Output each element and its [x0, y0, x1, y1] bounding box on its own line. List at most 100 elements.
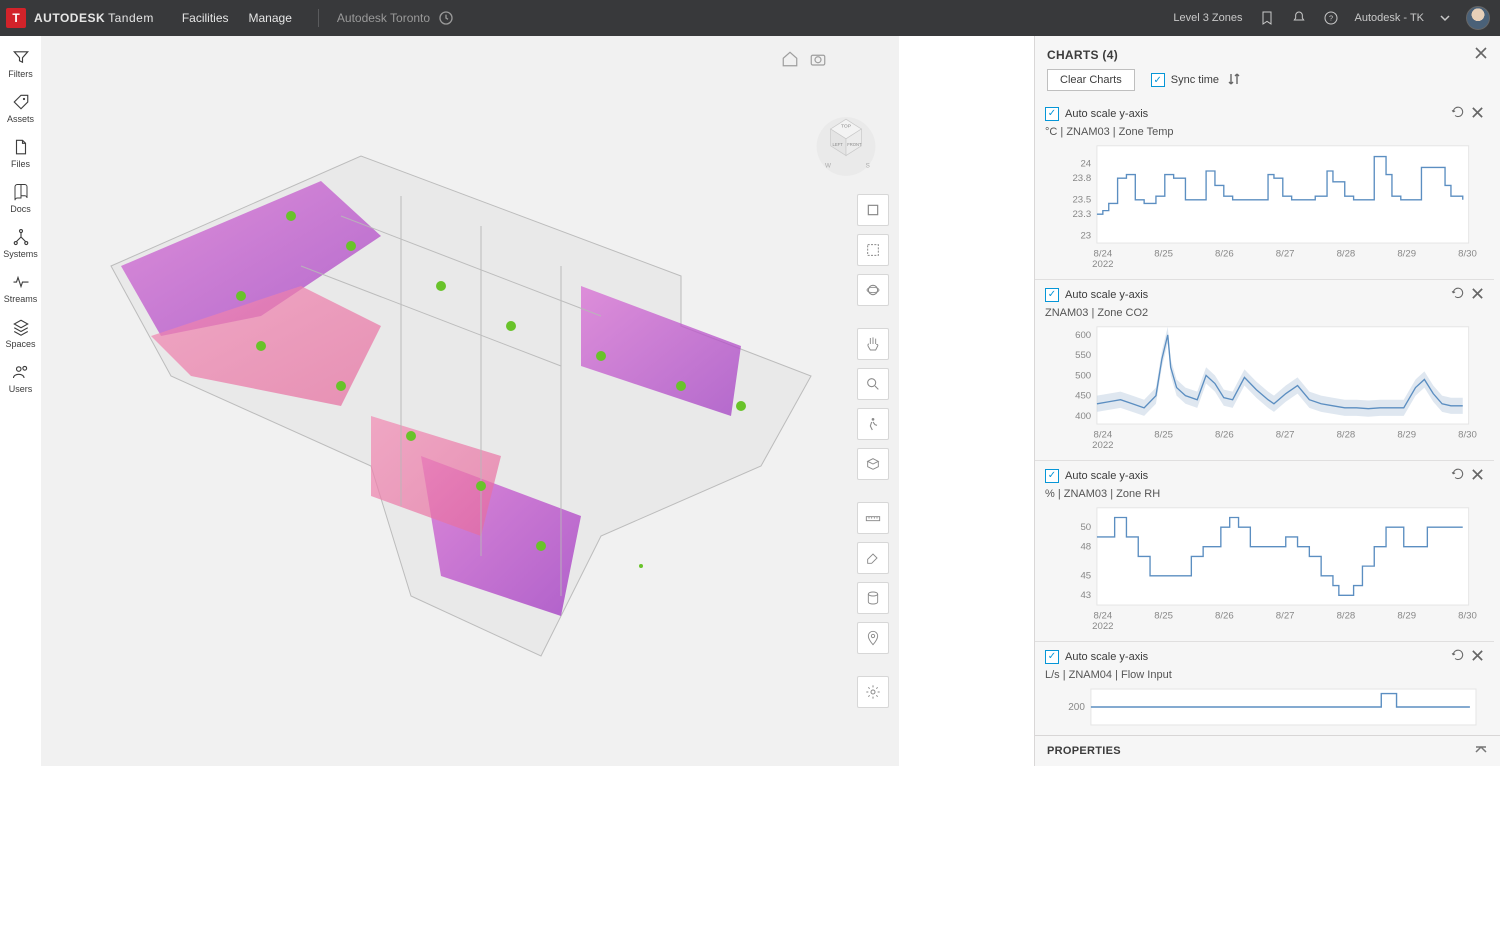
- svg-text:600: 600: [1075, 330, 1091, 341]
- charts-title: CHARTS (4): [1047, 48, 1118, 62]
- avatar[interactable]: [1466, 6, 1490, 30]
- viewcube[interactable]: TOP FRONT LEFT W S: [811, 96, 881, 176]
- app-header: T AUTODESKTandem Facilities Manage Autod…: [0, 0, 1500, 36]
- tool-pan[interactable]: [857, 328, 889, 360]
- tool-measure[interactable]: [857, 502, 889, 534]
- autoscale-label: Auto scale y-axis: [1065, 108, 1148, 120]
- svg-text:2022: 2022: [1092, 440, 1113, 451]
- close-icon[interactable]: [1471, 468, 1484, 484]
- nav-facilities[interactable]: Facilities: [182, 11, 229, 25]
- sidebar-item-files[interactable]: Files: [0, 132, 41, 177]
- sidebar-item-systems[interactable]: Systems: [0, 222, 41, 267]
- svg-text:2022: 2022: [1092, 621, 1113, 632]
- close-icon[interactable]: [1471, 287, 1484, 303]
- reset-icon[interactable]: [1451, 105, 1465, 122]
- charts-panel-header: CHARTS (4): [1035, 36, 1500, 69]
- tool-location[interactable]: [857, 622, 889, 654]
- svg-text:8/24: 8/24: [1093, 430, 1112, 441]
- tool-appearance[interactable]: [857, 542, 889, 574]
- bookmark-icon[interactable]: [1259, 10, 1275, 26]
- svg-text:8/26: 8/26: [1215, 430, 1234, 441]
- chart-card: ✓Auto scale y-axis°C | ZNAM03 | Zone Tem…: [1035, 99, 1494, 280]
- chart-plot[interactable]: 4004505005506008/2420228/258/268/278/288…: [1045, 321, 1484, 451]
- sidebar-item-label: Systems: [3, 249, 38, 259]
- svg-text:23: 23: [1080, 231, 1091, 242]
- facility-selector[interactable]: Autodesk Toronto: [337, 10, 454, 26]
- tool-orbit[interactable]: [857, 274, 889, 306]
- charts-panel: CHARTS (4) Clear Charts ✓ Sync time ✓ Aut…: [1034, 36, 1500, 766]
- pulse-icon: [12, 273, 30, 291]
- autoscale-toggle[interactable]: ✓Auto scale y-axis: [1045, 288, 1148, 302]
- autoscale-label: Auto scale y-axis: [1065, 470, 1148, 482]
- sidebar-item-filters[interactable]: Filters: [0, 42, 41, 87]
- checkbox-checked-icon: ✓: [1045, 469, 1059, 483]
- svg-text:8/27: 8/27: [1276, 611, 1295, 622]
- autoscale-toggle[interactable]: ✓ Auto scale y-axis: [1045, 469, 1148, 483]
- reset-icon[interactable]: [1451, 648, 1465, 665]
- reset-icon[interactable]: [1451, 286, 1465, 303]
- svg-text:8/25: 8/25: [1154, 249, 1173, 260]
- clear-charts-button[interactable]: Clear Charts: [1047, 69, 1135, 91]
- sidebar-item-label: Users: [9, 384, 33, 394]
- svg-text:8/29: 8/29: [1397, 249, 1416, 260]
- autoscale-toggle[interactable]: ✓ Auto scale y-axis: [1045, 107, 1148, 121]
- chevron-down-icon[interactable]: [1440, 13, 1450, 23]
- tag-icon: [12, 93, 30, 111]
- sidebar-item-docs[interactable]: Docs: [0, 177, 41, 222]
- users-icon: [12, 363, 30, 381]
- nav-manage[interactable]: Manage: [249, 11, 292, 25]
- svg-text:8/30: 8/30: [1458, 249, 1477, 260]
- properties-panel-header[interactable]: PROPERTIES: [1035, 735, 1500, 766]
- account-name[interactable]: Autodesk - TK: [1355, 12, 1425, 24]
- reset-icon[interactable]: [1451, 467, 1465, 484]
- sidebar-item-label: Docs: [10, 204, 31, 214]
- svg-text:48: 48: [1080, 542, 1091, 553]
- svg-text:W: W: [825, 163, 831, 170]
- checkbox-checked-icon: ✓: [1045, 107, 1059, 121]
- tool-levels[interactable]: [857, 582, 889, 614]
- chart-card: ✓Auto scale y-axis% | ZNAM03 | Zone RH43…: [1035, 461, 1494, 642]
- properties-title: PROPERTIES: [1047, 745, 1121, 757]
- svg-text:400: 400: [1075, 411, 1091, 422]
- chart-plot[interactable]: 200: [1045, 683, 1484, 733]
- svg-text:500: 500: [1075, 370, 1091, 381]
- breadcrumb-view[interactable]: Level 3 Zones: [1173, 12, 1242, 24]
- checkbox-checked-icon: ✓: [1045, 650, 1059, 664]
- svg-text:8/24: 8/24: [1093, 611, 1112, 622]
- close-icon[interactable]: [1474, 46, 1488, 63]
- tool-select-window[interactable]: [857, 234, 889, 266]
- sidebar-item-users[interactable]: Users: [0, 357, 41, 402]
- help-icon[interactable]: ?: [1323, 10, 1339, 26]
- svg-text:2022: 2022: [1092, 259, 1113, 270]
- autoscale-label: Auto scale y-axis: [1065, 651, 1148, 663]
- book-icon: [12, 183, 30, 201]
- camera-icon[interactable]: [809, 50, 827, 68]
- tool-section[interactable]: [857, 448, 889, 480]
- expand-up-icon[interactable]: [1474, 743, 1488, 760]
- home-icon[interactable]: [781, 50, 799, 68]
- svg-text:8/27: 8/27: [1276, 249, 1295, 260]
- sidebar-item-spaces[interactable]: Spaces: [0, 312, 41, 357]
- checkbox-checked-icon: ✓: [1045, 288, 1059, 302]
- charts-scroll-area[interactable]: ✓Auto scale y-axis°C | ZNAM03 | Zone Tem…: [1035, 99, 1500, 735]
- tool-zoom[interactable]: [857, 368, 889, 400]
- chart-plot[interactable]: 2323.323.523.8248/2420228/258/268/278/28…: [1045, 140, 1484, 270]
- tool-settings[interactable]: [857, 676, 889, 708]
- svg-text:S: S: [866, 163, 870, 170]
- sidebar-item-assets[interactable]: Assets: [0, 87, 41, 132]
- autoscale-toggle[interactable]: ✓ Auto scale y-axis: [1045, 650, 1148, 664]
- sort-icon[interactable]: [1227, 72, 1241, 89]
- chart-title: L/s | ZNAM04 | Flow Input: [1045, 669, 1484, 681]
- brand-main: AUTODESK: [34, 11, 105, 25]
- model-viewport[interactable]: TOP FRONT LEFT W S: [41, 36, 899, 766]
- svg-text:8/25: 8/25: [1154, 430, 1173, 441]
- close-icon[interactable]: [1471, 106, 1484, 122]
- sync-time-toggle[interactable]: ✓ Sync time: [1151, 73, 1219, 87]
- bell-icon[interactable]: [1291, 10, 1307, 26]
- tool-walk[interactable]: [857, 408, 889, 440]
- sidebar-item-streams[interactable]: Streams: [0, 267, 41, 312]
- tool-select-box[interactable]: [857, 194, 889, 226]
- sidebar-item-label: Filters: [8, 69, 33, 79]
- chart-plot[interactable]: 434548508/2420228/258/268/278/288/298/30: [1045, 502, 1484, 632]
- close-icon[interactable]: [1471, 649, 1484, 665]
